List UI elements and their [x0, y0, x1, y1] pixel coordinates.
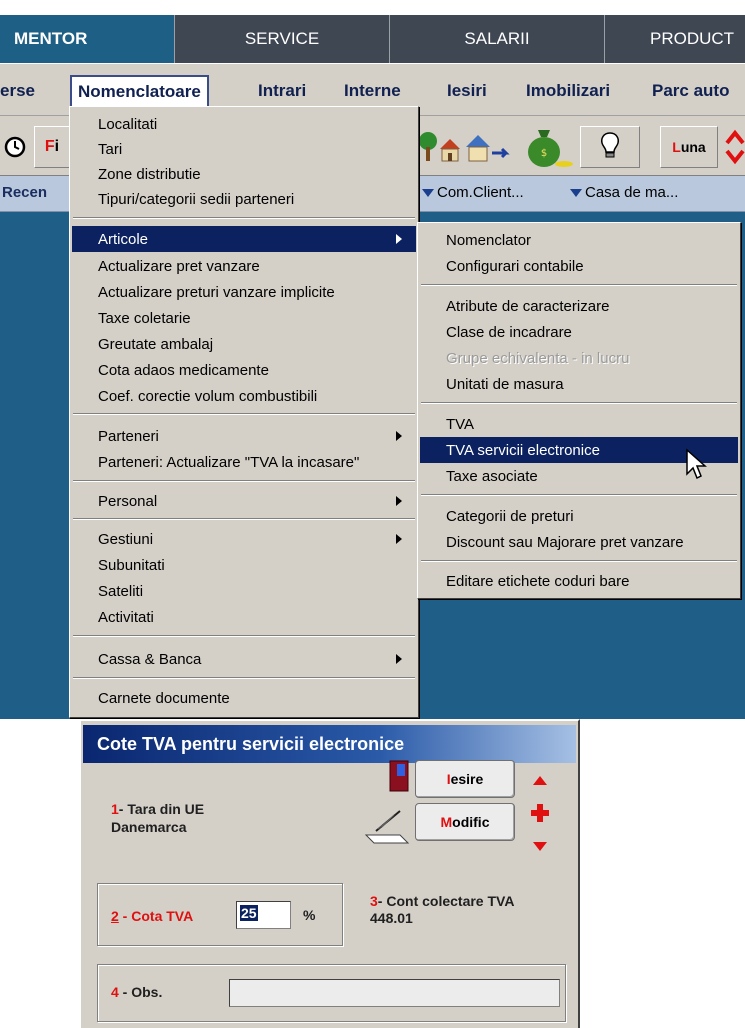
menu-separator — [421, 560, 737, 562]
menu-parc-auto[interactable]: Parc auto — [652, 76, 729, 106]
submenu-item-unitati-masura[interactable]: Unitati de masura — [420, 371, 738, 397]
luna-up-down-icon[interactable] — [724, 128, 745, 166]
money-bag-icon[interactable]: $ — [520, 124, 574, 170]
tab-product[interactable]: PRODUCT — [605, 15, 745, 63]
menu-item-actualizare-pret[interactable]: Actualizare pret vanzare — [72, 253, 416, 279]
field-3-label: 3- Cont colectare TVA — [370, 893, 515, 909]
menu-item-personal[interactable]: Personal — [72, 488, 416, 514]
toolbar-fi-button[interactable]: Fi — [34, 126, 70, 168]
mouse-pointer-icon — [685, 448, 707, 487]
menu-item-coef-corectie[interactable]: Coef. corectie volum combustibili — [72, 383, 416, 409]
menu-separator — [73, 480, 415, 482]
menu-item-tipuri-sedii[interactable]: Tipuri/categorii sedii parteneri — [72, 186, 416, 212]
menu-separator — [73, 217, 415, 219]
menu-item-taxe-coletarie[interactable]: Taxe coletarie — [72, 305, 416, 331]
menu-item-gestiuni[interactable]: Gestiuni — [72, 526, 416, 552]
menu-separator — [73, 635, 415, 637]
submenu-item-categorii-preturi[interactable]: Categorii de preturi — [420, 503, 738, 529]
menu-item-subunitati[interactable]: Subunitati — [72, 552, 416, 578]
shortcut-casa-de-marcat[interactable]: Casa de ma... — [570, 184, 678, 201]
submenu-arrow-icon — [396, 534, 402, 544]
dropdown-triangle-icon — [422, 188, 434, 197]
menu-item-zone-distributie[interactable]: Zone distributie — [72, 161, 416, 187]
shortcut-recent[interactable]: Recen — [2, 184, 47, 201]
menu-separator — [73, 518, 415, 520]
menu-nomenclatoare[interactable]: Nomenclatoare — [70, 75, 209, 109]
menu-separator — [421, 494, 737, 496]
menu-item-parteneri-tva-incasare[interactable]: Parteneri: Actualizare "TVA la incasare" — [72, 449, 416, 475]
up-plus-down-icons[interactable] — [530, 772, 550, 858]
exit-door-icon — [388, 759, 410, 793]
menu-item-cota-adaos[interactable]: Cota adaos medicamente — [72, 357, 416, 383]
menu-item-articole[interactable]: Articole — [72, 226, 416, 252]
field-1-value: Danemarca — [111, 819, 187, 835]
menu-item-greutate-ambalaj[interactable]: Greutate ambalaj — [72, 331, 416, 357]
cota-tva-input[interactable]: 25 — [236, 901, 291, 929]
nomenclatoare-menu: Localitati Tari Zone distributie Tipuri/… — [69, 106, 419, 718]
tab-mentor[interactable]: MENTOR — [0, 15, 175, 63]
menu-imobilizari[interactable]: Imobilizari — [526, 76, 610, 106]
submenu-item-discount-majorare[interactable]: Discount sau Majorare pret vanzare — [420, 529, 738, 555]
submenu-item-configurari-contabile[interactable]: Configurari contabile — [420, 253, 738, 279]
menu-item-localitati[interactable]: Localitati — [72, 111, 416, 137]
menu-separator — [421, 284, 737, 286]
lightbulb-icon — [599, 131, 621, 164]
obs-input[interactable] — [229, 979, 560, 1007]
menu-item-cassa-banca[interactable]: Cassa & Banca — [72, 646, 416, 672]
submenu-item-grupe-echivalenta: Grupe echivalenta - in lucru — [446, 349, 630, 367]
submenu-item-atribute[interactable]: Atribute de caracterizare — [420, 293, 738, 319]
submenu-item-tva[interactable]: TVA — [420, 411, 738, 437]
menu-item-activitati[interactable]: Activitati — [72, 604, 416, 630]
field-4-label: 4 - Obs. — [111, 984, 163, 1000]
menu-item-tari[interactable]: Tari — [72, 136, 416, 162]
tab-service[interactable]: SERVICE — [175, 15, 390, 63]
submenu-arrow-icon — [396, 496, 402, 506]
house-transfer-icon[interactable] — [462, 126, 512, 168]
submenu-item-clase-incadrare[interactable]: Clase de incadrare — [420, 319, 738, 345]
svg-text:$: $ — [541, 148, 547, 159]
tab-salarii[interactable]: SALARII — [390, 15, 605, 63]
lightbulb-button[interactable] — [580, 126, 640, 168]
luna-button[interactable]: Luna — [660, 126, 718, 168]
module-tabs: MENTOR SERVICE SALARII PRODUCT — [0, 15, 745, 63]
shortcut-com-client[interactable]: Com.Client... — [422, 184, 524, 201]
edit-pen-icon — [364, 801, 412, 845]
submenu-arrow-icon — [396, 654, 402, 664]
dialog-title: Cote TVA pentru servicii electronice — [83, 725, 576, 763]
cote-tva-dialog: Cote TVA pentru servicii electronice 1- … — [79, 719, 580, 1028]
nav-arrows — [530, 772, 550, 858]
field-1-label: 1- Tara din UE — [111, 801, 205, 817]
menu-item-carnete-documente[interactable]: Carnete documente — [72, 685, 416, 711]
menu-interne[interactable]: Interne — [344, 76, 401, 106]
menu-iesiri[interactable]: Iesiri — [447, 76, 487, 106]
submenu-arrow-icon — [396, 431, 402, 441]
menu-item-parteneri[interactable]: Parteneri — [72, 423, 416, 449]
modific-button[interactable]: Modific — [415, 803, 515, 841]
articole-submenu: Nomenclator Configurari contabile Atribu… — [417, 222, 741, 599]
app-window: MENTOR SERVICE SALARII PRODUCT erse Nome… — [0, 0, 745, 1028]
tree-house-icon[interactable] — [418, 126, 462, 168]
iesire-button[interactable]: Iesire — [415, 760, 515, 798]
menu-separator — [73, 413, 415, 415]
menu-item-sateliti[interactable]: Sateliti — [72, 578, 416, 604]
menu-diverse[interactable]: erse — [0, 76, 35, 106]
menu-item-actualizare-preturi-implicite[interactable]: Actualizare preturi vanzare implicite — [72, 279, 416, 305]
menu-separator — [73, 677, 415, 679]
clock-icon[interactable] — [2, 132, 28, 162]
submenu-item-nomenclator[interactable]: Nomenclator — [420, 227, 738, 253]
field-2-label: 2 - Cota TVA — [111, 908, 194, 924]
submenu-arrow-icon — [396, 234, 402, 244]
submenu-item-editare-etichete[interactable]: Editare etichete coduri bare — [420, 568, 738, 594]
field-3-value: 448.01 — [370, 910, 413, 926]
percent-sign: % — [303, 907, 316, 923]
menu-separator — [421, 402, 737, 404]
dropdown-triangle-icon — [570, 188, 582, 197]
menu-intrari[interactable]: Intrari — [258, 76, 306, 106]
